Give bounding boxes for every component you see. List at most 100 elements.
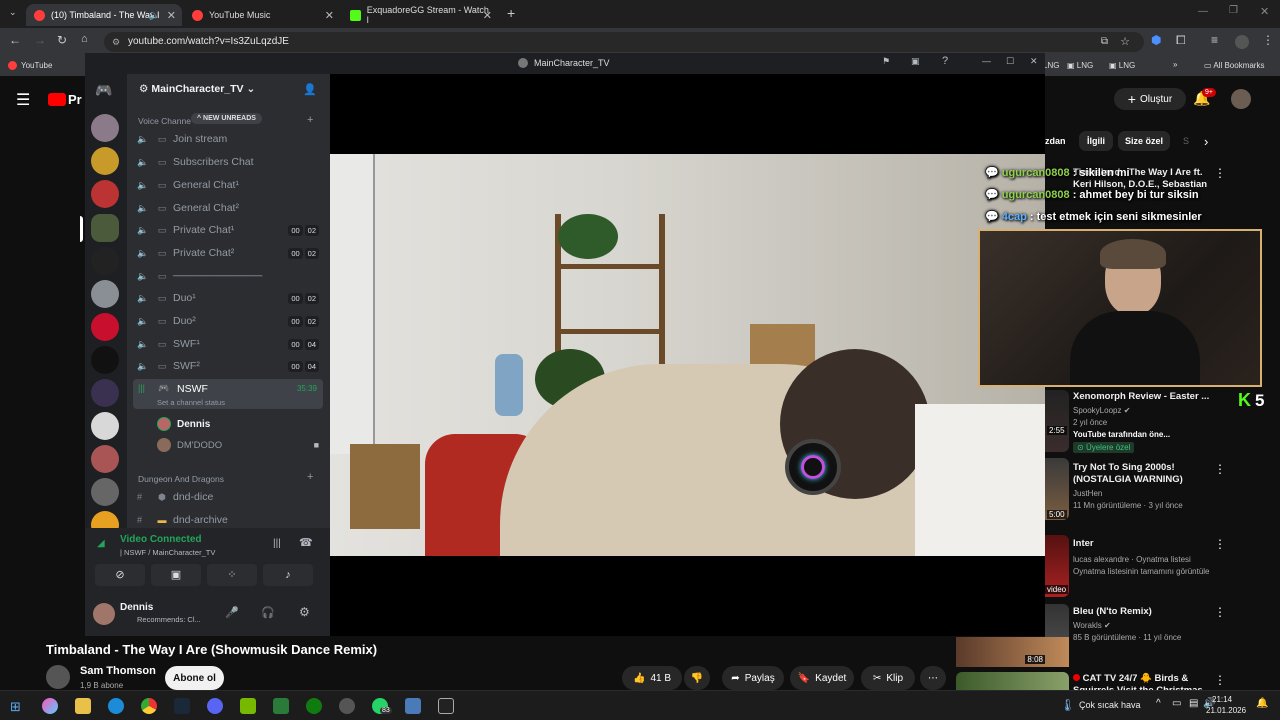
weather-text[interactable]: Çok sıcak hava [1079, 700, 1141, 710]
chip-for-you[interactable]: Size özel [1118, 131, 1171, 151]
rec-menu-icon[interactable]: ⋮ [1214, 462, 1226, 476]
home-icon[interactable]: ⌂ [81, 33, 88, 45]
network-icon[interactable]: ▭ [1172, 698, 1181, 709]
stream-video-frame[interactable] [330, 154, 1045, 556]
tab-list-chevron-icon[interactable]: ⌄ [9, 7, 17, 18]
dnd-category[interactable]: Dungeon And Dragons [138, 474, 224, 484]
epic-games-icon[interactable] [438, 698, 454, 714]
maximize-icon[interactable]: ☐ [1006, 56, 1014, 67]
close-window-icon[interactable]: ✕ [1260, 5, 1269, 18]
clock-time[interactable]: 21:14 [1212, 695, 1232, 704]
bookmarks-overflow-icon[interactable]: » [1173, 60, 1177, 69]
chrome-icon[interactable] [141, 698, 157, 714]
server-icon[interactable] [91, 280, 119, 308]
user-name[interactable]: Dennis [120, 602, 153, 613]
steam-icon[interactable] [174, 698, 190, 714]
back-icon[interactable]: ← [9, 33, 21, 47]
rec-menu-icon[interactable]: ⋮ [1214, 166, 1226, 180]
tab-mute-icon[interactable]: 🔈 [149, 10, 160, 21]
share-screen-button[interactable]: ▣ [151, 564, 201, 586]
chip-more[interactable]: S [1183, 136, 1189, 146]
server-icon[interactable] [91, 379, 119, 407]
clip-button[interactable]: ✂ Klip [861, 666, 915, 690]
chrome-menu-icon[interactable]: ⋮ [1262, 33, 1274, 47]
user-avatar[interactable] [93, 603, 115, 625]
wifi-icon[interactable]: ▤ [1189, 698, 1198, 709]
voice-channel-item[interactable]: 🔈 ▭ SWF¹ 00 04 [137, 334, 323, 354]
notifications-icon[interactable]: 🔔 [1256, 698, 1268, 709]
minimize-icon[interactable]: — [1198, 6, 1208, 17]
channel-name[interactable]: Sam Thomson [80, 665, 156, 677]
tab-kick-stream[interactable]: ExquadoreGG Stream - Watch l ✕ [342, 4, 498, 26]
rec-item[interactable]: Bleu (N'to Remix) Worakls ✔ 85 B görüntü… [1073, 606, 1223, 642]
media-control-icon[interactable]: ≡ [1211, 33, 1218, 47]
bookmark-lng-2[interactable]: ▣ LNG [1067, 61, 1093, 70]
create-button[interactable]: + Oluştur [1114, 88, 1186, 110]
text-channel-dnd-archive[interactable]: # ▬ dnd-archive [137, 510, 323, 530]
app-icon[interactable] [273, 698, 289, 714]
dislike-button[interactable]: 👎 [684, 666, 710, 690]
flag-icon[interactable]: ⚑ [882, 56, 890, 67]
server-icon[interactable] [91, 114, 119, 142]
file-explorer-icon[interactable] [75, 698, 91, 714]
chip-related[interactable]: İlgili [1079, 131, 1113, 151]
weather-icon[interactable]: 🌡 [1060, 698, 1075, 712]
new-unreads-badge[interactable]: ^ NEW UNREADS [191, 113, 262, 124]
tab-youtube-timbaland[interactable]: (10) Timbaland - The Way I 🔈 ✕ [26, 4, 182, 26]
server-icon[interactable] [91, 147, 119, 175]
close-icon[interactable]: ✕ [167, 9, 176, 22]
new-tab-plus-icon[interactable]: + [507, 5, 515, 21]
voice-channel-item[interactable]: 🔈 ▭ General Chat¹ [137, 175, 323, 195]
start-windows-icon[interactable]: ⊞ [10, 699, 21, 715]
close-icon[interactable]: ✕ [325, 9, 334, 22]
app-icon[interactable] [339, 698, 355, 714]
rec-item[interactable]: Try Not To Sing 2000s! (NOSTALGIA WARNIN… [1073, 462, 1223, 510]
camera-off-button[interactable]: ⊘ [95, 564, 145, 586]
app-icon[interactable] [405, 698, 421, 714]
xbox-icon[interactable] [306, 698, 322, 714]
voice-channel-item[interactable]: 🔈 ▭ Duo² 00 02 [137, 311, 323, 331]
all-bookmarks[interactable]: ▭ All Bookmarks [1204, 61, 1264, 70]
server-icon[interactable] [91, 313, 119, 341]
discord-app-icon[interactable] [207, 698, 223, 714]
disconnect-icon[interactable]: ☎ [299, 536, 313, 549]
nvidia-icon[interactable] [240, 698, 256, 714]
settings-gear-icon[interactable]: ⚙ [299, 605, 310, 619]
add-member-icon[interactable]: 👤 [303, 83, 317, 96]
install-icon[interactable]: ⧉ [1101, 32, 1108, 52]
server-header[interactable]: ⚙ MainCharacter_TV ⌄ [139, 83, 255, 95]
voice-channel-item[interactable]: 🔈 ▭ Private Chat¹ 00 02 [137, 220, 323, 240]
channel-status[interactable]: Set a channel status [157, 398, 225, 407]
voice-channel-item[interactable]: 🔈 ▭ General Chat² [137, 198, 323, 218]
tray-chevron-icon[interactable]: ^ [1156, 698, 1161, 709]
voice-channel-item[interactable]: 🔈 ▭ ──────────── [137, 266, 323, 286]
chips-next-chevron-icon[interactable]: › [1204, 134, 1208, 149]
add-channel-icon[interactable]: + [307, 471, 313, 483]
rec-item[interactable]: Xenomorph Review - Easter ... SpookyLoop… [1073, 391, 1223, 453]
forward-icon[interactable]: → [34, 33, 46, 47]
activities-button[interactable]: ⁘ [207, 564, 257, 586]
server-icon[interactable] [91, 445, 119, 473]
like-button[interactable]: 👍 41 B [622, 666, 682, 690]
profile-avatar[interactable] [1235, 35, 1249, 49]
tab-youtube-music[interactable]: YouTube Music ✕ [184, 4, 340, 26]
server-icon[interactable] [91, 346, 119, 374]
subscribe-button[interactable]: Abone ol [165, 666, 224, 690]
server-icon[interactable] [91, 247, 119, 275]
restore-icon[interactable]: ❐ [1229, 5, 1238, 16]
reload-icon[interactable]: ↻ [57, 33, 67, 47]
rec-menu-icon[interactable]: ⋮ [1214, 605, 1226, 619]
server-icon[interactable] [91, 180, 119, 208]
mini-thumbnail[interactable]: 8:08 [956, 637, 1069, 667]
microphone-icon[interactable]: 🎤 [225, 606, 239, 619]
site-info-icon[interactable]: ⚙ [112, 32, 120, 52]
copilot-icon[interactable] [42, 698, 58, 714]
clock-date[interactable]: 21.01.2026 [1206, 706, 1246, 715]
bookmark-star-icon[interactable]: ☆ [1120, 32, 1130, 52]
close-icon[interactable]: ✕ [483, 9, 492, 22]
chip-all[interactable]: zdan [1045, 136, 1066, 146]
popout-icon[interactable]: ▣ [911, 56, 920, 67]
rec-menu-icon[interactable]: ⋮ [1214, 537, 1226, 551]
rec-thumbnail[interactable] [1045, 390, 1069, 452]
extensions-puzzle-icon[interactable]: ⧠ [1176, 33, 1186, 48]
